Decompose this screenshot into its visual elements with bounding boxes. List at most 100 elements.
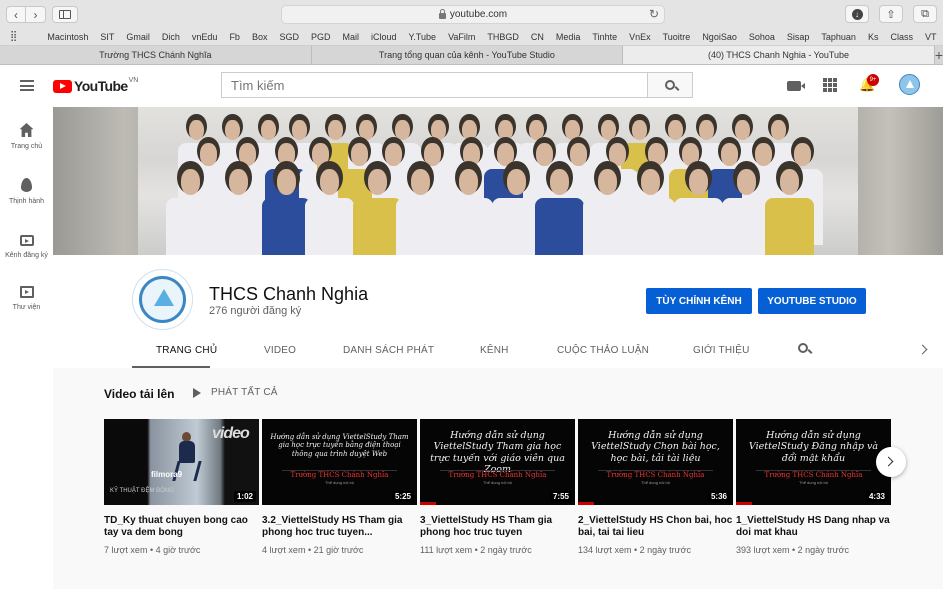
apps-icon[interactable]	[823, 78, 837, 92]
sidebar-item-home[interactable]: Trang chủ	[0, 123, 53, 150]
video-card[interactable]: Hướng dẫn sử dụng ViettelStudy Tham gia …	[262, 419, 417, 555]
video-title[interactable]: 1_ViettelStudy HS Dang nhap va doi mat k…	[736, 515, 891, 539]
video-title[interactable]: 3_ViettelStudy HS Tham gia phong hoc tru…	[420, 515, 575, 539]
tab-channels[interactable]: KÊNH	[480, 345, 509, 356]
menu-icon[interactable]	[20, 80, 34, 91]
bookmark-item[interactable]: iCloud	[371, 32, 397, 42]
video-meta: 7 lượt xem • 4 giờ trước	[104, 545, 201, 555]
bookmark-item[interactable]: Tinhte	[592, 32, 617, 42]
play-all-button[interactable]: PHÁT TẤT CẢ	[193, 387, 278, 398]
browser-tabs: Trường THCS Chánh Nghĩa Trang tổng quan …	[0, 46, 943, 65]
video-thumbnail[interactable]: Hướng dẫn sử dụng ViettelStudy Chọn bài …	[578, 419, 733, 505]
video-title[interactable]: TD_Ky thuat chuyen bong cao tay va dem b…	[104, 515, 259, 539]
tab-about[interactable]: GIỚI THIỆU	[693, 345, 750, 356]
bookmark-item[interactable]: THBGD	[487, 32, 519, 42]
tabs-overview-button[interactable]: ⧉	[913, 5, 937, 23]
bookmark-item[interactable]: VT	[925, 32, 937, 42]
video-thumbnail[interactable]: Hướng dẫn sử dụng ViettelStudy Tham gia …	[420, 419, 575, 505]
banner-person	[640, 168, 661, 195]
video-title[interactable]: 2_ViettelStudy HS Chon bai, hoc bai, tai…	[578, 515, 733, 539]
browser-tab[interactable]: Trang tổng quan của kênh - YouTube Studi…	[312, 46, 624, 64]
video-duration: 1:02	[233, 491, 256, 502]
bookmark-item[interactable]: SGD	[279, 32, 299, 42]
tab-home[interactable]: TRANG CHỦ	[156, 345, 217, 356]
bookmark-item[interactable]: Y.Tube	[409, 32, 437, 42]
bookmark-item[interactable]: Macintosh	[47, 32, 88, 42]
banner-person	[583, 198, 632, 255]
bookmark-item[interactable]: Sisap	[787, 32, 810, 42]
video-thumbnail[interactable]: Hướng dẫn sử dụng ViettelStudy Tham gia …	[262, 419, 417, 505]
bookmark-item[interactable]: Class	[890, 32, 913, 42]
address-bar[interactable]: youtube.com ↻	[281, 5, 665, 24]
bookmark-item[interactable]: Tuoitre	[663, 32, 691, 42]
view-count: 134 lượt xem	[578, 545, 632, 555]
search-input[interactable]	[221, 72, 647, 98]
browser-tab-active[interactable]: (40) THCS Chanh Nghia - YouTube	[623, 46, 935, 64]
youtube-studio-button[interactable]: YOUTUBE STUDIO	[758, 288, 866, 314]
thumbnail-note: Thể dụng nội bộ	[799, 480, 828, 485]
video-duration: 5:36	[707, 491, 730, 502]
tab-videos[interactable]: VIDEO	[264, 345, 296, 356]
channel-avatar[interactable]	[132, 269, 193, 330]
banner-person	[180, 168, 201, 195]
grid-icon[interactable]: ⣿	[10, 31, 17, 42]
video-thumbnail[interactable]: Hướng dẫn sử dụng ViettelStudy Đăng nhập…	[736, 419, 891, 505]
sidebar-item-subscriptions[interactable]: Kênh đăng ký	[0, 232, 53, 259]
downloads-button[interactable]: ↓	[845, 5, 869, 23]
bookmark-item[interactable]: Gmail	[126, 32, 150, 42]
create-video-icon[interactable]	[787, 81, 805, 91]
youtube-logo[interactable]: YouTube VN	[53, 77, 138, 94]
account-avatar[interactable]	[899, 74, 920, 95]
banner-person	[384, 143, 402, 167]
chevron-right-icon[interactable]	[917, 344, 928, 355]
share-button[interactable]: ⇧	[879, 5, 903, 23]
sidebar-toggle-button[interactable]	[52, 6, 78, 23]
forward-button[interactable]: ›	[26, 6, 46, 23]
bookmark-item[interactable]: Taphuan	[821, 32, 856, 42]
channel-name: THCS Chanh Nghia	[209, 284, 369, 304]
bookmark-item[interactable]: PGD	[311, 32, 331, 42]
subscriptions-icon	[19, 235, 34, 246]
banner-person	[291, 119, 308, 141]
library-icon	[19, 286, 34, 298]
tab-playlists[interactable]: DANH SÁCH PHÁT	[343, 345, 434, 356]
bookmark-item[interactable]: CN	[531, 32, 544, 42]
browser-tab[interactable]: Trường THCS Chánh Nghĩa	[0, 46, 312, 64]
sidebar-item-trending[interactable]: Thịnh hành	[0, 178, 53, 205]
bookmark-item[interactable]: Fb	[229, 32, 240, 42]
video-title[interactable]: 3.2_ViettelStudy HS Tham gia phong hoc t…	[262, 515, 417, 539]
bookmark-item[interactable]: SIT	[100, 32, 114, 42]
video-thumbnail[interactable]: video filmora9 KỸ THUẬT ĐỆM BÓNG 1:02	[104, 419, 259, 505]
thumbnail-note: Thể dụng nội bộ	[325, 480, 354, 485]
shelf-next-button[interactable]	[876, 447, 906, 477]
search-icon[interactable]	[798, 343, 808, 353]
reload-icon[interactable]: ↻	[649, 7, 659, 21]
banner-person	[166, 198, 215, 255]
video-card[interactable]: Hướng dẫn sử dụng ViettelStudy Tham gia …	[420, 419, 575, 555]
bookmark-item[interactable]: Dich	[162, 32, 180, 42]
search-button[interactable]	[647, 72, 693, 98]
video-card[interactable]: Hướng dẫn sử dụng ViettelStudy Chọn bài …	[578, 419, 733, 555]
thumbnail-note: Thể dụng nội bộ	[483, 480, 512, 485]
bookmark-item[interactable]: Box	[252, 32, 268, 42]
shelf-title[interactable]: Video tải lên	[104, 387, 174, 401]
thumbnail-note: Thể dụng nội bộ	[641, 480, 670, 485]
thumbnail-text: Hướng dẫn sử dụng ViettelStudy Chọn bài …	[591, 430, 720, 464]
tab-discussion[interactable]: CUỘC THẢO LUẬN	[557, 345, 649, 356]
sidebar-item-library[interactable]: Thư viện	[0, 286, 53, 311]
customize-channel-button[interactable]: TÙY CHỈNH KÊNH	[646, 288, 752, 314]
banner-person	[597, 168, 618, 195]
back-button[interactable]: ‹	[6, 6, 26, 23]
bookmark-item[interactable]: vnEdu	[192, 32, 218, 42]
bookmark-item[interactable]: Ks	[868, 32, 879, 42]
new-tab-button[interactable]: +	[935, 46, 943, 64]
bookmark-item[interactable]: Media	[556, 32, 581, 42]
bookmark-item[interactable]: Sohoa	[749, 32, 775, 42]
video-card[interactable]: Hướng dẫn sử dụng ViettelStudy Đăng nhập…	[736, 419, 891, 555]
video-card[interactable]: video filmora9 KỸ THUẬT ĐỆM BÓNG 1:02 TD…	[104, 419, 259, 555]
bookmark-item[interactable]: VaFilm	[448, 32, 475, 42]
bookmark-item[interactable]: NgoiSao	[702, 32, 737, 42]
bookmark-item[interactable]: Mail	[343, 32, 360, 42]
bookmark-item[interactable]: VnEx	[629, 32, 651, 42]
banner-person	[734, 119, 751, 141]
